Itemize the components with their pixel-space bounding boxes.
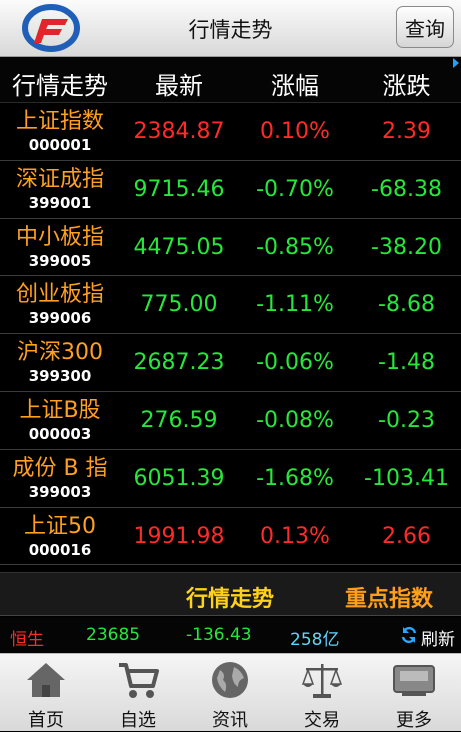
- header-name[interactable]: 行情走势: [0, 66, 120, 101]
- nav-watchlist-label: 自选: [120, 710, 156, 731]
- nav-watchlist[interactable]: 自选: [92, 654, 184, 732]
- change-percent: -1.11%: [256, 292, 334, 318]
- globe-icon: [212, 662, 248, 698]
- change-amount: -1.48: [378, 350, 435, 376]
- query-button[interactable]: 查询: [396, 6, 454, 48]
- table-row[interactable]: 成份 B 指 399003 6051.39 -1.68% -103.41: [0, 450, 461, 508]
- change-amount: 2.66: [382, 523, 431, 549]
- header-latest[interactable]: 最新: [120, 66, 238, 101]
- tab-key-indices[interactable]: 重点指数: [334, 581, 444, 613]
- index-name: 深证成指: [15, 166, 104, 192]
- table-header: 行情走势 最新 涨幅 涨跌: [0, 57, 461, 103]
- scale-icon: [301, 664, 343, 698]
- change-amount: -0.23: [378, 407, 435, 433]
- table-row[interactable]: 上证指数 000001 2384.87 0.10% 2.39: [0, 103, 461, 161]
- change-percent: -0.08%: [256, 407, 334, 433]
- ticker-value: 23685: [86, 625, 141, 645]
- index-code: 399003: [28, 482, 92, 501]
- nav-trade[interactable]: 交易: [276, 654, 368, 732]
- table-row[interactable]: 沪深300 399300 2687.23 -0.06% -1.48: [0, 334, 461, 392]
- index-code: 000016: [28, 540, 92, 559]
- bottom-nav: 首页 自选 资讯 交易 更多: [0, 653, 461, 731]
- index-name: 上证B股: [19, 397, 101, 423]
- change-percent: -0.70%: [256, 176, 334, 202]
- change-amount: -103.41: [364, 465, 449, 491]
- change-amount: -38.20: [371, 234, 442, 260]
- index-name: 创业板指: [15, 282, 104, 308]
- table-row[interactable]: 上证50 000016 1991.98 0.13% 2.66: [0, 508, 461, 566]
- table-row[interactable]: 上证B股 000003 276.59 -0.08% -0.23: [0, 392, 461, 450]
- latest-price: 775.00: [140, 292, 218, 318]
- refresh-button[interactable]: 刷新: [421, 625, 455, 650]
- change-amount: 2.39: [382, 119, 431, 144]
- ticker-name: 恒生: [10, 630, 44, 650]
- nav-news[interactable]: 资讯: [184, 654, 276, 732]
- index-code: 000003: [28, 424, 92, 443]
- index-name: 中小板指: [15, 224, 104, 250]
- nav-home-label: 首页: [28, 710, 64, 731]
- nav-more-label: 更多: [396, 710, 432, 731]
- index-code: 000001: [28, 136, 92, 154]
- latest-price: 4475.05: [133, 234, 225, 260]
- change-percent: -1.68%: [256, 465, 334, 491]
- page-title: 行情走势: [188, 18, 273, 42]
- index-name: 上证50: [24, 513, 96, 539]
- table-row[interactable]: 中小板指 399005 4475.05 -0.85% -38.20: [0, 219, 461, 277]
- nav-news-label: 资讯: [212, 710, 248, 731]
- ticker-change: -136.43: [186, 625, 252, 645]
- index-code: 399006: [28, 309, 92, 328]
- index-name: 成份 B 指: [12, 455, 108, 481]
- tab-strip: 行情走势 重点指数: [0, 572, 461, 616]
- change-percent: -0.85%: [256, 234, 334, 260]
- index-list: 上证指数 000001 2384.87 0.10% 2.39 深证成指 3990…: [0, 103, 461, 566]
- index-code: 399300: [28, 367, 92, 386]
- latest-price: 2687.23: [133, 350, 225, 376]
- cart-icon: [119, 663, 159, 698]
- more-icon: [393, 665, 435, 696]
- nav-trade-label: 交易: [304, 710, 340, 731]
- home-icon: [27, 663, 65, 697]
- hang-seng-ticker: 恒生 23685 -136.43 258亿 刷新: [0, 617, 461, 653]
- nav-home[interactable]: 首页: [0, 654, 92, 732]
- scroll-indicator-icon: [453, 58, 459, 68]
- table-row[interactable]: 深证成指 399001 9715.46 -0.70% -68.38: [0, 161, 461, 219]
- header-pct[interactable]: 涨幅: [238, 66, 352, 101]
- latest-price: 1991.98: [133, 523, 225, 549]
- header-change[interactable]: 涨跌: [352, 66, 461, 101]
- change-percent: 0.13%: [260, 523, 330, 549]
- latest-price: 2384.87: [133, 119, 225, 144]
- change-percent: 0.10%: [260, 119, 330, 144]
- change-amount: -68.38: [371, 176, 442, 202]
- index-code: 399001: [28, 193, 92, 212]
- latest-price: 6051.39: [133, 465, 225, 491]
- table-row[interactable]: 创业板指 399006 775.00 -1.11% -8.68: [0, 276, 461, 335]
- ticker-volume: 258亿: [290, 630, 340, 650]
- index-name: 上证指数: [15, 109, 104, 134]
- index-name: 沪深300: [17, 340, 103, 366]
- change-percent: -0.06%: [256, 350, 334, 376]
- latest-price: 276.59: [140, 407, 218, 433]
- refresh-icon[interactable]: [400, 626, 418, 644]
- latest-price: 9715.46: [133, 176, 225, 202]
- tab-market-trend[interactable]: 行情走势: [180, 581, 280, 613]
- nav-more[interactable]: 更多: [368, 654, 460, 732]
- index-code: 399005: [28, 251, 92, 270]
- title-bar: 行情走势 查询: [0, 0, 461, 57]
- change-amount: -8.68: [378, 292, 435, 318]
